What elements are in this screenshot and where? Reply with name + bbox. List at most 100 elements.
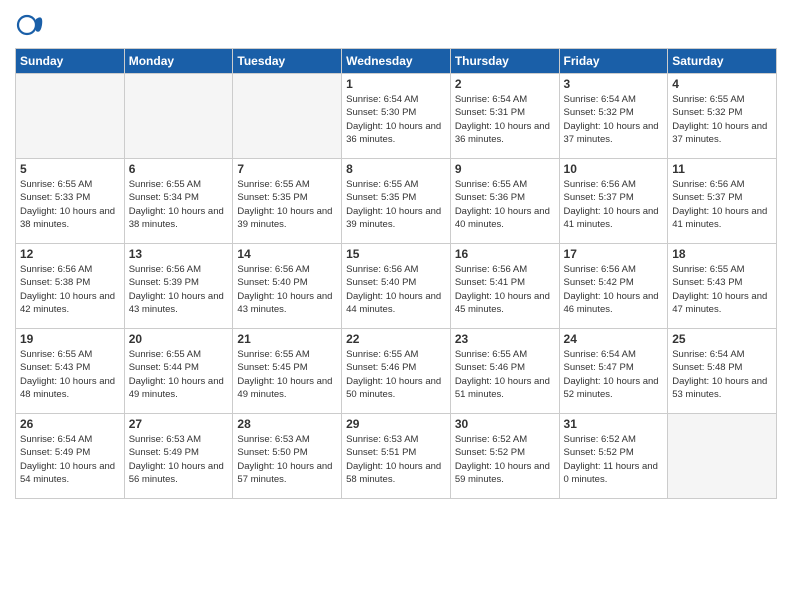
day-number: 22 <box>346 332 446 346</box>
calendar-cell: 28 Sunrise: 6:53 AMSunset: 5:50 PMDaylig… <box>233 414 342 499</box>
weekday-header-wednesday: Wednesday <box>342 49 451 74</box>
day-info: Sunrise: 6:55 AMSunset: 5:44 PMDaylight:… <box>129 348 229 401</box>
day-number: 12 <box>20 247 120 261</box>
week-row-2: 5 Sunrise: 6:55 AMSunset: 5:33 PMDayligh… <box>16 159 777 244</box>
day-info: Sunrise: 6:55 AMSunset: 5:34 PMDaylight:… <box>129 178 229 231</box>
day-info: Sunrise: 6:53 AMSunset: 5:51 PMDaylight:… <box>346 433 446 486</box>
day-info: Sunrise: 6:56 AMSunset: 5:40 PMDaylight:… <box>237 263 337 316</box>
day-info: Sunrise: 6:55 AMSunset: 5:43 PMDaylight:… <box>20 348 120 401</box>
day-info: Sunrise: 6:56 AMSunset: 5:42 PMDaylight:… <box>564 263 664 316</box>
calendar-cell: 4 Sunrise: 6:55 AMSunset: 5:32 PMDayligh… <box>668 74 777 159</box>
day-info: Sunrise: 6:54 AMSunset: 5:48 PMDaylight:… <box>672 348 772 401</box>
calendar-cell: 6 Sunrise: 6:55 AMSunset: 5:34 PMDayligh… <box>124 159 233 244</box>
calendar-table: SundayMondayTuesdayWednesdayThursdayFrid… <box>15 48 777 499</box>
day-info: Sunrise: 6:54 AMSunset: 5:32 PMDaylight:… <box>564 93 664 146</box>
day-info: Sunrise: 6:56 AMSunset: 5:39 PMDaylight:… <box>129 263 229 316</box>
calendar-cell: 30 Sunrise: 6:52 AMSunset: 5:52 PMDaylig… <box>450 414 559 499</box>
day-number: 31 <box>564 417 664 431</box>
day-info: Sunrise: 6:56 AMSunset: 5:37 PMDaylight:… <box>672 178 772 231</box>
day-number: 19 <box>20 332 120 346</box>
weekday-header-sunday: Sunday <box>16 49 125 74</box>
calendar-cell: 18 Sunrise: 6:55 AMSunset: 5:43 PMDaylig… <box>668 244 777 329</box>
calendar-cell: 9 Sunrise: 6:55 AMSunset: 5:36 PMDayligh… <box>450 159 559 244</box>
day-number: 14 <box>237 247 337 261</box>
day-number: 1 <box>346 77 446 91</box>
calendar-cell: 23 Sunrise: 6:55 AMSunset: 5:46 PMDaylig… <box>450 329 559 414</box>
day-number: 29 <box>346 417 446 431</box>
day-info: Sunrise: 6:55 AMSunset: 5:35 PMDaylight:… <box>237 178 337 231</box>
week-row-3: 12 Sunrise: 6:56 AMSunset: 5:38 PMDaylig… <box>16 244 777 329</box>
day-number: 28 <box>237 417 337 431</box>
week-row-5: 26 Sunrise: 6:54 AMSunset: 5:49 PMDaylig… <box>16 414 777 499</box>
day-number: 26 <box>20 417 120 431</box>
day-number: 18 <box>672 247 772 261</box>
day-number: 21 <box>237 332 337 346</box>
day-number: 24 <box>564 332 664 346</box>
calendar-cell: 5 Sunrise: 6:55 AMSunset: 5:33 PMDayligh… <box>16 159 125 244</box>
calendar-cell: 7 Sunrise: 6:55 AMSunset: 5:35 PMDayligh… <box>233 159 342 244</box>
weekday-header-monday: Monday <box>124 49 233 74</box>
day-info: Sunrise: 6:54 AMSunset: 5:47 PMDaylight:… <box>564 348 664 401</box>
day-info: Sunrise: 6:52 AMSunset: 5:52 PMDaylight:… <box>564 433 664 486</box>
day-info: Sunrise: 6:54 AMSunset: 5:49 PMDaylight:… <box>20 433 120 486</box>
weekday-header-friday: Friday <box>559 49 668 74</box>
day-number: 25 <box>672 332 772 346</box>
week-row-4: 19 Sunrise: 6:55 AMSunset: 5:43 PMDaylig… <box>16 329 777 414</box>
day-number: 5 <box>20 162 120 176</box>
page-container: SundayMondayTuesdayWednesdayThursdayFrid… <box>0 0 792 504</box>
day-info: Sunrise: 6:56 AMSunset: 5:38 PMDaylight:… <box>20 263 120 316</box>
calendar-cell: 29 Sunrise: 6:53 AMSunset: 5:51 PMDaylig… <box>342 414 451 499</box>
day-info: Sunrise: 6:55 AMSunset: 5:33 PMDaylight:… <box>20 178 120 231</box>
day-number: 8 <box>346 162 446 176</box>
day-info: Sunrise: 6:56 AMSunset: 5:41 PMDaylight:… <box>455 263 555 316</box>
calendar-cell: 2 Sunrise: 6:54 AMSunset: 5:31 PMDayligh… <box>450 74 559 159</box>
calendar-cell <box>233 74 342 159</box>
day-number: 7 <box>237 162 337 176</box>
day-info: Sunrise: 6:53 AMSunset: 5:50 PMDaylight:… <box>237 433 337 486</box>
day-info: Sunrise: 6:53 AMSunset: 5:49 PMDaylight:… <box>129 433 229 486</box>
calendar-cell: 13 Sunrise: 6:56 AMSunset: 5:39 PMDaylig… <box>124 244 233 329</box>
day-number: 16 <box>455 247 555 261</box>
week-row-1: 1 Sunrise: 6:54 AMSunset: 5:30 PMDayligh… <box>16 74 777 159</box>
calendar-cell: 22 Sunrise: 6:55 AMSunset: 5:46 PMDaylig… <box>342 329 451 414</box>
calendar-cell: 11 Sunrise: 6:56 AMSunset: 5:37 PMDaylig… <box>668 159 777 244</box>
calendar-cell: 24 Sunrise: 6:54 AMSunset: 5:47 PMDaylig… <box>559 329 668 414</box>
calendar-cell: 26 Sunrise: 6:54 AMSunset: 5:49 PMDaylig… <box>16 414 125 499</box>
calendar-cell: 3 Sunrise: 6:54 AMSunset: 5:32 PMDayligh… <box>559 74 668 159</box>
logo-icon <box>15 10 45 40</box>
day-info: Sunrise: 6:55 AMSunset: 5:46 PMDaylight:… <box>346 348 446 401</box>
calendar-cell <box>124 74 233 159</box>
calendar-cell: 8 Sunrise: 6:55 AMSunset: 5:35 PMDayligh… <box>342 159 451 244</box>
weekday-header-row: SundayMondayTuesdayWednesdayThursdayFrid… <box>16 49 777 74</box>
day-number: 10 <box>564 162 664 176</box>
day-number: 27 <box>129 417 229 431</box>
day-info: Sunrise: 6:55 AMSunset: 5:45 PMDaylight:… <box>237 348 337 401</box>
calendar-cell: 16 Sunrise: 6:56 AMSunset: 5:41 PMDaylig… <box>450 244 559 329</box>
calendar-cell: 15 Sunrise: 6:56 AMSunset: 5:40 PMDaylig… <box>342 244 451 329</box>
weekday-header-tuesday: Tuesday <box>233 49 342 74</box>
day-number: 23 <box>455 332 555 346</box>
calendar-cell: 17 Sunrise: 6:56 AMSunset: 5:42 PMDaylig… <box>559 244 668 329</box>
day-info: Sunrise: 6:56 AMSunset: 5:37 PMDaylight:… <box>564 178 664 231</box>
calendar-cell: 1 Sunrise: 6:54 AMSunset: 5:30 PMDayligh… <box>342 74 451 159</box>
day-number: 6 <box>129 162 229 176</box>
calendar-cell: 19 Sunrise: 6:55 AMSunset: 5:43 PMDaylig… <box>16 329 125 414</box>
calendar-cell: 10 Sunrise: 6:56 AMSunset: 5:37 PMDaylig… <box>559 159 668 244</box>
day-info: Sunrise: 6:55 AMSunset: 5:36 PMDaylight:… <box>455 178 555 231</box>
calendar-cell: 21 Sunrise: 6:55 AMSunset: 5:45 PMDaylig… <box>233 329 342 414</box>
calendar-cell <box>668 414 777 499</box>
day-number: 11 <box>672 162 772 176</box>
day-info: Sunrise: 6:55 AMSunset: 5:35 PMDaylight:… <box>346 178 446 231</box>
header <box>15 10 777 40</box>
day-number: 17 <box>564 247 664 261</box>
calendar-cell: 25 Sunrise: 6:54 AMSunset: 5:48 PMDaylig… <box>668 329 777 414</box>
day-info: Sunrise: 6:55 AMSunset: 5:43 PMDaylight:… <box>672 263 772 316</box>
day-info: Sunrise: 6:55 AMSunset: 5:46 PMDaylight:… <box>455 348 555 401</box>
calendar-cell: 12 Sunrise: 6:56 AMSunset: 5:38 PMDaylig… <box>16 244 125 329</box>
day-info: Sunrise: 6:56 AMSunset: 5:40 PMDaylight:… <box>346 263 446 316</box>
day-info: Sunrise: 6:55 AMSunset: 5:32 PMDaylight:… <box>672 93 772 146</box>
weekday-header-thursday: Thursday <box>450 49 559 74</box>
day-number: 13 <box>129 247 229 261</box>
calendar-cell: 20 Sunrise: 6:55 AMSunset: 5:44 PMDaylig… <box>124 329 233 414</box>
calendar-cell: 27 Sunrise: 6:53 AMSunset: 5:49 PMDaylig… <box>124 414 233 499</box>
